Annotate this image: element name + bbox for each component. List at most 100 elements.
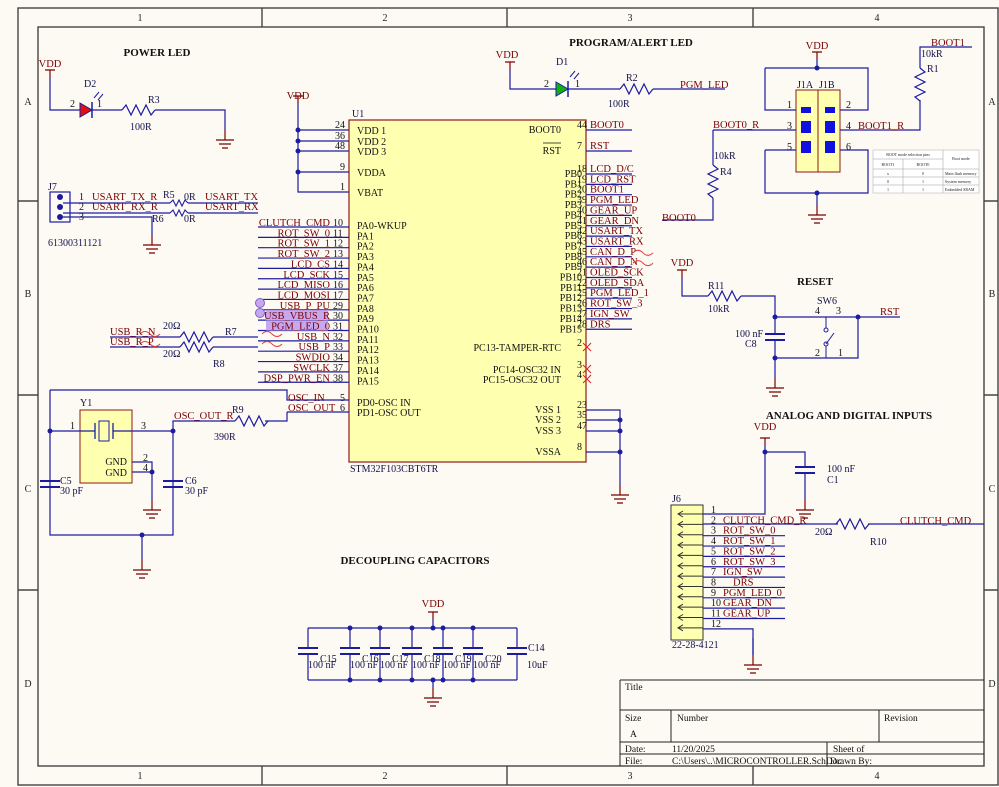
resistor-r9: [234, 415, 269, 427]
section-title-reset: RESET: [797, 276, 834, 288]
ref-d1: D1: [556, 57, 568, 68]
pin-number: 1: [787, 100, 792, 111]
pin-number: 26: [577, 299, 587, 310]
value-cap: 100 nF: [380, 660, 409, 671]
pin-name: VSS 3: [535, 426, 561, 437]
ground-symbol: [132, 559, 152, 579]
pin-name: VDD 3: [357, 147, 386, 158]
pin-name: PA6: [357, 283, 374, 294]
table-cell: x: [887, 171, 889, 176]
schematic-sheet: 24VDD 136VDD 248VDD 39VDDA1VBATCLUTCH_CM…: [17, 7, 999, 786]
net-label: GEAR_DN: [590, 216, 639, 227]
pin-number: 31: [333, 322, 343, 333]
capacitor: [432, 647, 454, 655]
net-label: SWCLK: [293, 363, 330, 374]
pin-number: 45: [577, 247, 587, 258]
vdd-symbol: [759, 437, 771, 447]
vdd-label: VDD: [422, 599, 445, 610]
pin-name: VDD 1: [357, 126, 386, 137]
net-label: OLED_SDA: [590, 278, 645, 289]
ground-symbol: [807, 204, 827, 224]
ref-r6: R6: [152, 214, 164, 225]
resistor-r11: [707, 290, 742, 302]
sheet-label: Sheet of: [833, 744, 865, 755]
pin-number: 15: [333, 270, 343, 281]
vdd-label: VDD: [671, 258, 694, 269]
ref-j7: J7: [48, 182, 57, 193]
row-label: B: [989, 289, 996, 300]
value-cap: 100 nF: [308, 660, 337, 671]
pin-number: 5: [711, 546, 716, 557]
pin-number: 4: [711, 536, 716, 547]
pin-number: 48: [335, 141, 345, 152]
pin-number: 41: [577, 216, 587, 227]
pin-number: 13: [333, 249, 343, 260]
ground-symbol: [215, 129, 235, 149]
column-label: 3: [628, 771, 633, 782]
pin-number: 9: [340, 162, 345, 173]
resistor-r3: [121, 104, 156, 116]
capacitor: [462, 647, 484, 655]
pin-number: 47: [577, 421, 587, 432]
net-label: ROT_SW_2: [723, 546, 776, 557]
pin-number: 46: [577, 257, 587, 268]
net-label: DRS: [733, 577, 754, 588]
vdd-label: VDD: [287, 91, 310, 102]
pin-number: 1: [97, 99, 102, 110]
value-r7: 20Ω: [163, 321, 180, 332]
net-label: CAN_D_P: [590, 247, 636, 258]
net-label: ROT_SW_3: [723, 557, 776, 568]
pin-number: 1: [575, 79, 580, 90]
section-title-program-alert-led: PROGRAM/ALERT LED: [569, 37, 693, 49]
ref-j6: J6: [672, 494, 681, 505]
pin-number: 11: [333, 228, 343, 239]
capacitor: [369, 647, 391, 655]
value-r6: 0R: [184, 214, 196, 225]
pin-name: VBAT: [357, 188, 383, 199]
vdd-symbol: [504, 61, 516, 71]
vdd-label: VDD: [39, 59, 62, 70]
net-label: DSP_PWR_EN: [263, 373, 330, 384]
pin-name: PA7: [357, 293, 374, 304]
ground-symbol: [610, 484, 630, 504]
part-j7: 61300311121: [48, 238, 102, 249]
pin-name: VSS 2: [535, 415, 561, 426]
vdd-symbol: [427, 611, 439, 621]
pin-name: GND: [105, 457, 127, 468]
net-label: RST: [880, 307, 900, 318]
capacitor: [297, 647, 319, 655]
ground-symbol: [743, 654, 763, 674]
pin-name: PA13: [357, 356, 379, 367]
value-r8: 20Ω: [163, 349, 180, 360]
net-label: BOOT1: [931, 38, 965, 49]
net-label: ROT_SW_3: [590, 299, 643, 310]
net-label: ROT_SW_1: [278, 239, 331, 250]
row-label: C: [989, 484, 996, 495]
pin-name: VDDA: [357, 168, 387, 179]
probe-marker-icon: [255, 298, 265, 308]
ref-cap: C14: [528, 643, 545, 654]
value-r1: 10kR: [921, 49, 943, 60]
column-label: 2: [383, 771, 388, 782]
section-title-power-led: POWER LED: [124, 47, 191, 59]
net-label: DRS: [590, 319, 611, 330]
pin-name: PA1: [357, 231, 374, 242]
resistor-r1: [914, 67, 926, 102]
table-cell: System memory: [945, 179, 971, 184]
pin-name: PA15: [357, 376, 379, 387]
row-label: A: [24, 97, 32, 108]
value-r9: 390R: [214, 432, 236, 443]
value-r3: 100R: [130, 122, 152, 133]
pin-number: 33: [333, 342, 343, 353]
capacitor-c8: [764, 333, 786, 341]
pin-name: PA4: [357, 262, 374, 273]
pin-number: 4: [815, 306, 820, 317]
ground-symbol: [142, 234, 162, 254]
net-label: ROT_SW_0: [278, 228, 331, 239]
net-label: PGM_LED_1: [590, 288, 649, 299]
light-emission-icon: [569, 70, 580, 80]
pin-number: 40: [577, 205, 587, 216]
net-label: LCD_D/C: [590, 164, 634, 175]
table-cell: 0: [887, 179, 889, 184]
pin-number: 12: [711, 619, 721, 630]
